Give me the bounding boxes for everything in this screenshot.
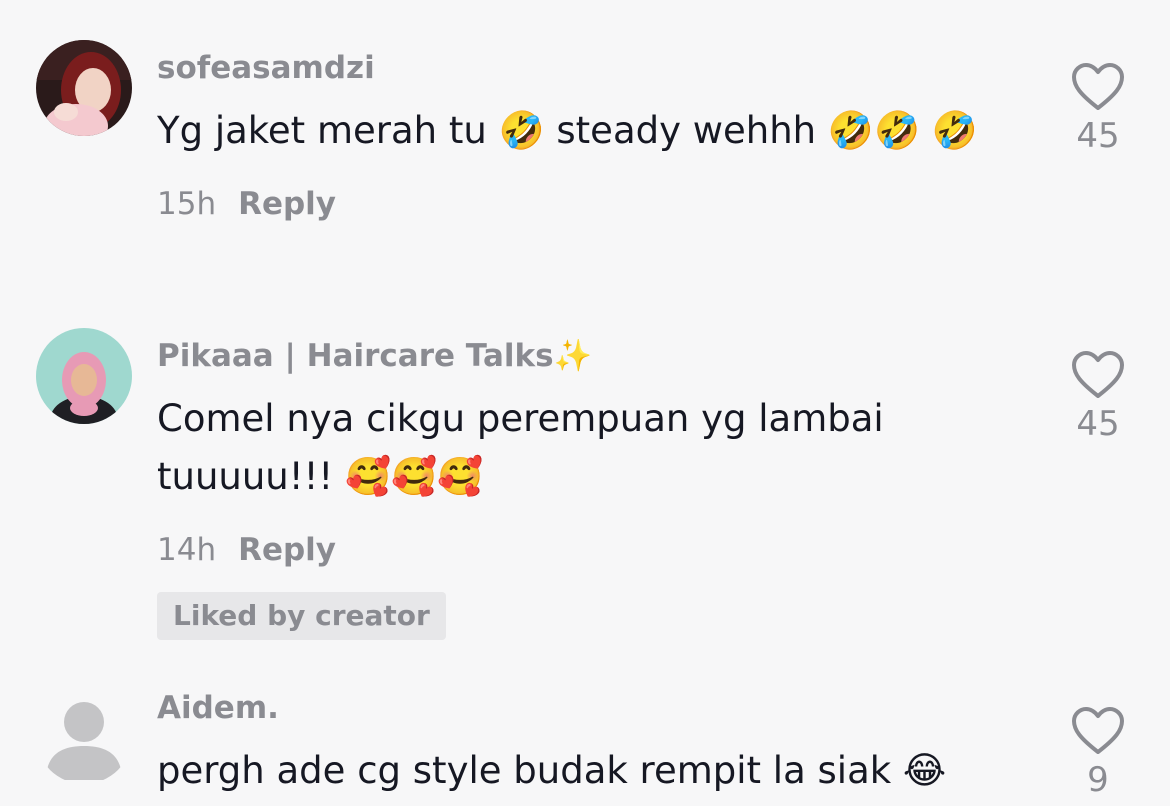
reply-button[interactable]: Reply xyxy=(238,186,336,222)
like-count: 9 xyxy=(1087,760,1109,800)
timestamp: 15h xyxy=(157,186,217,222)
avatar[interactable] xyxy=(36,40,132,136)
heart-outline-icon[interactable] xyxy=(1070,350,1126,400)
username[interactable]: Aidem. xyxy=(157,688,1017,728)
heart-outline-icon[interactable] xyxy=(1070,62,1126,112)
reply-button[interactable]: Reply xyxy=(238,532,336,568)
timestamp: 14h xyxy=(157,532,217,568)
comment-meta: 15h Reply xyxy=(157,184,1017,224)
default-avatar-icon xyxy=(36,688,132,784)
like-count: 45 xyxy=(1076,404,1120,444)
avatar[interactable] xyxy=(36,328,132,424)
like-control[interactable]: 45 xyxy=(1058,350,1138,444)
comment-text: pergh ade cg style budak rempit la siak … xyxy=(157,749,947,792)
liked-by-creator-badge: Liked by creator xyxy=(157,592,446,640)
comment-text: Yg jaket merah tu 🤣 steady wehhh 🤣🤣 🤣 xyxy=(157,109,978,152)
comment-meta: 14h Reply xyxy=(157,530,1017,570)
profile-photo-icon xyxy=(36,328,132,424)
profile-photo-icon xyxy=(36,40,132,136)
heart-outline-icon[interactable] xyxy=(1070,706,1126,756)
comment-text: Comel nya cikgu perempuan yg lambai tuuu… xyxy=(157,397,884,498)
username[interactable]: sofeasamdzi xyxy=(157,48,1017,88)
username[interactable]: Pikaaa | Haircare Talks✨ xyxy=(157,336,1017,376)
like-count: 45 xyxy=(1076,116,1120,156)
like-control[interactable]: 45 xyxy=(1058,62,1138,156)
like-control[interactable]: 9 xyxy=(1058,706,1138,800)
comment-list: sofeasamdzi Yg jaket merah tu 🤣 steady w… xyxy=(0,0,1170,806)
avatar[interactable] xyxy=(36,688,132,784)
